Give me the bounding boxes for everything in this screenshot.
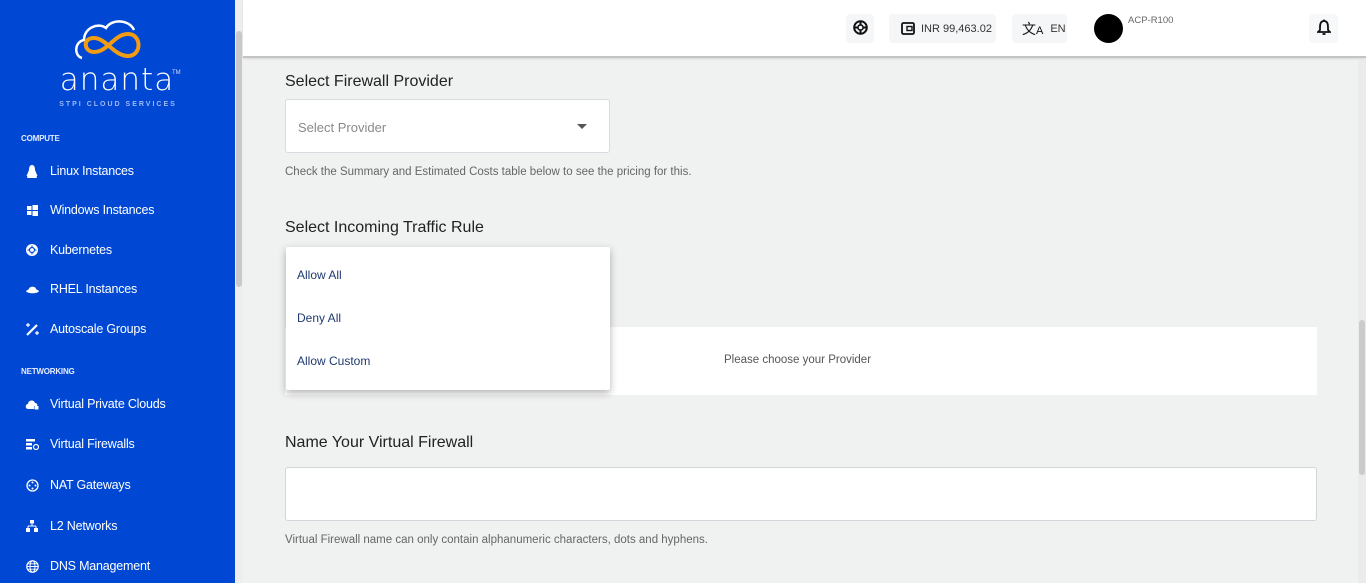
section-label-compute: COMPUTE bbox=[21, 134, 60, 143]
linux-icon bbox=[24, 163, 40, 179]
traffic-rule-option-allow-custom[interactable]: Allow Custom bbox=[297, 354, 370, 368]
traffic-rule-label: Select Incoming Traffic Rule bbox=[285, 219, 484, 236]
lifebuoy-icon bbox=[852, 19, 868, 38]
sidebar-item-label: Windows Instances bbox=[50, 203, 155, 217]
firewall-name-label: Name Your Virtual Firewall bbox=[285, 434, 474, 451]
top-header: INR 99,463.02 文A EN ACP-R100 bbox=[243, 0, 1366, 58]
section-label-networking: NETWORKING bbox=[21, 367, 75, 376]
network-tree-icon bbox=[24, 518, 40, 534]
language-button[interactable]: 文A EN bbox=[1012, 14, 1067, 43]
notifications-button[interactable] bbox=[1309, 14, 1338, 43]
redhat-icon bbox=[24, 281, 40, 297]
sidebar-item-windows-instances[interactable]: Windows Instances bbox=[24, 199, 154, 221]
provider-select[interactable]: Select Provider bbox=[285, 99, 610, 153]
language-code: EN bbox=[1050, 22, 1066, 35]
sidebar-item-dns-management[interactable]: DNS Management bbox=[24, 555, 150, 577]
cloud-lock-icon bbox=[24, 396, 40, 412]
sidebar-scrollbar-thumb[interactable] bbox=[236, 31, 242, 287]
sidebar-item-label: Virtual Firewalls bbox=[50, 437, 135, 451]
cloud-infinity-icon bbox=[75, 20, 141, 60]
logo-wordmark: ananta bbox=[59, 62, 175, 98]
traffic-rule-option-allow-all[interactable]: Allow All bbox=[297, 268, 342, 282]
traffic-rule-option-deny-all[interactable]: Deny All bbox=[297, 311, 341, 325]
sidebar-item-nat-gateways[interactable]: NAT Gateways bbox=[24, 474, 131, 496]
firewall-icon bbox=[24, 436, 40, 452]
trademark: TM bbox=[172, 70, 181, 76]
summary-message: Please choose your Provider bbox=[724, 354, 872, 366]
sidebar-item-virtual-private-clouds[interactable]: Virtual Private Clouds bbox=[24, 393, 166, 415]
firewall-name-input[interactable] bbox=[285, 467, 1317, 521]
support-button[interactable] bbox=[846, 14, 874, 43]
sidebar-item-linux-instances[interactable]: Linux Instances bbox=[24, 160, 134, 182]
magic-wand-icon bbox=[24, 321, 40, 337]
sidebar-item-label: NAT Gateways bbox=[50, 478, 131, 492]
sidebar-item-label: DNS Management bbox=[50, 559, 151, 573]
sidebar-item-label: Kubernetes bbox=[50, 243, 112, 257]
sidebar-item-kubernetes[interactable]: Kubernetes bbox=[24, 239, 112, 261]
provider-placeholder: Select Provider bbox=[298, 120, 387, 135]
traffic-rule-dropdown-menu: Allow All Deny All Allow Custom bbox=[286, 247, 610, 390]
account-name[interactable]: ACP-R100 bbox=[1128, 15, 1173, 26]
wallet-balance-button[interactable]: INR 99,463.02 bbox=[889, 14, 996, 43]
wallet-icon bbox=[901, 22, 915, 35]
provider-label: Select Firewall Provider bbox=[285, 73, 454, 90]
sidebar-item-label: RHEL Instances bbox=[50, 282, 138, 296]
sidebar-item-label: Autoscale Groups bbox=[50, 322, 147, 336]
caret-down-icon bbox=[577, 124, 587, 129]
globe-icon bbox=[24, 558, 40, 574]
nat-gateway-icon bbox=[24, 477, 40, 493]
sidebar-item-label: L2 Networks bbox=[50, 519, 118, 533]
kubernetes-icon bbox=[24, 242, 40, 258]
sidebar-item-rhel-instances[interactable]: RHEL Instances bbox=[24, 278, 137, 300]
main-scrollbar[interactable] bbox=[1358, 60, 1366, 583]
provider-hint: Check the Summary and Estimated Costs ta… bbox=[285, 166, 692, 178]
ananta-logo[interactable]: ananta TM STPI CLOUD SERVICES bbox=[50, 14, 186, 114]
translate-icon: 文A bbox=[1022, 20, 1044, 37]
main-content: Select Firewall Provider Select Provider… bbox=[243, 60, 1358, 583]
logo-tagline: STPI CLOUD SERVICES bbox=[59, 101, 177, 108]
main-scrollbar-thumb[interactable] bbox=[1359, 320, 1365, 475]
sidebar-item-l2-networks[interactable]: L2 Networks bbox=[24, 515, 117, 537]
sidebar-item-label: Virtual Private Clouds bbox=[50, 397, 166, 411]
firewall-name-hint: Virtual Firewall name can only contain a… bbox=[285, 534, 708, 546]
wallet-balance: INR 99,463.02 bbox=[921, 22, 992, 35]
bell-icon bbox=[1315, 19, 1332, 39]
sidebar-scrollbar[interactable] bbox=[235, 0, 243, 583]
windows-icon bbox=[24, 202, 40, 218]
sidebar-item-virtual-firewalls[interactable]: Virtual Firewalls bbox=[24, 433, 135, 455]
sidebar-item-label: Linux Instances bbox=[50, 164, 134, 178]
avatar[interactable] bbox=[1094, 14, 1123, 43]
sidebar: ananta TM STPI CLOUD SERVICES COMPUTE Li… bbox=[0, 0, 235, 583]
sidebar-item-autoscale-groups[interactable]: Autoscale Groups bbox=[24, 318, 146, 340]
